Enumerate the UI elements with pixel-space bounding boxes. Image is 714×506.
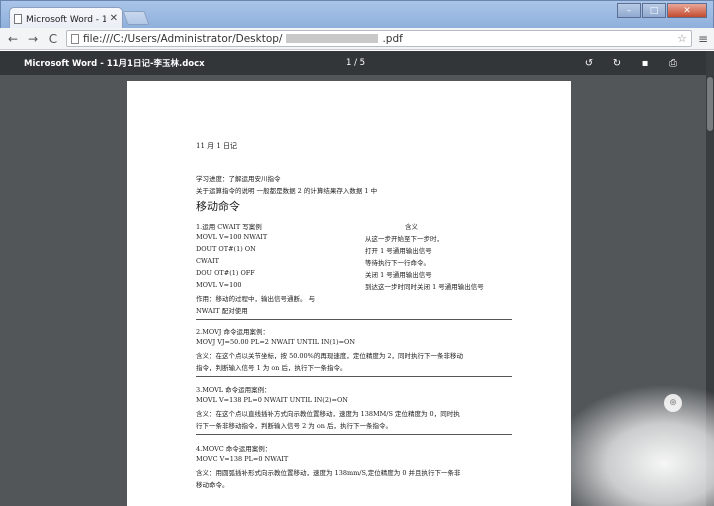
window-controls: – □ ✕ — [617, 3, 707, 18]
reload-button[interactable]: C — [46, 32, 60, 46]
scrollbar[interactable] — [706, 51, 714, 506]
minimize-button[interactable]: – — [617, 3, 641, 18]
sec1-cmd: DOUT OT#(1) ON — [196, 245, 256, 253]
divider — [196, 376, 512, 377]
study-note: 关于运算指令的说明 一般都是数据 2 的计算结果存入数据 1 中 — [196, 187, 378, 195]
address-bar[interactable]: file:///C:/Users/Administrator/Desktop/.… — [66, 30, 692, 47]
sec1-meaning-header: 含义 — [405, 223, 418, 231]
rotate-cw-icon[interactable]: ↻ — [610, 58, 624, 69]
sec3-title: 3.MOVL 命令运用案例： — [196, 386, 271, 394]
sec1-title: 1.运用 CWAIT 写案例 — [196, 223, 262, 231]
sec1-cmd: DOU OT#(1) OFF — [196, 269, 255, 277]
tab-title: Microsoft Word - 11月: — [26, 15, 106, 25]
section-heading: 移动命令 — [196, 200, 240, 213]
browser-tab[interactable]: Microsoft Word - 11月: ✕ — [9, 7, 123, 29]
sec1-note: 作用：移动的过程中，输出信号通断。 与 — [196, 295, 316, 303]
sec2-cmd: MOVJ VJ=50.00 PL=2 NWAIT UNTIL IN(1)=ON — [196, 338, 356, 346]
fit-to-page-button[interactable]: ⊕ — [664, 394, 682, 412]
url-suffix: .pdf — [382, 32, 403, 45]
scroll-thumb[interactable] — [707, 77, 713, 131]
divider — [196, 434, 512, 435]
pdf-viewer: Microsoft Word - 11月1日记-李玉林.docx 1 / 5 ↺… — [0, 51, 714, 506]
back-button[interactable]: ← — [6, 32, 20, 46]
sec3-cmd: MOVL V=138 PL=0 NWAIT UNTIL IN(2)=ON — [196, 396, 348, 404]
document-icon — [14, 13, 22, 24]
save-icon[interactable]: ▪ — [638, 58, 652, 69]
sec1-cmd: MOVL V=100 — [196, 281, 242, 289]
study-progress: 学习进度：了解运用安川指令 — [196, 175, 281, 183]
browser-toolbar: ← → C file:///C:/Users/Administrator/Des… — [0, 28, 714, 50]
sec1-note: NWAIT 配对使用 — [196, 307, 248, 315]
rotate-ccw-icon[interactable]: ↺ — [582, 58, 596, 69]
sec1-meaning: 从这一步开始至下一步时， — [365, 235, 443, 243]
sec1-meaning: 打开 1 号通用输出信号 — [365, 247, 432, 255]
tab-strip: Microsoft Word - 11月: ✕ – □ ✕ — [0, 0, 714, 29]
page-indicator[interactable]: 1 / 5 — [346, 58, 365, 68]
sec2-desc: 指令，判断输入信号 1 为 on 后，执行下一条指令。 — [196, 364, 347, 372]
sec1-cmd: MOVL V=100 NWAIT — [196, 233, 268, 241]
print-icon[interactable]: ⎙ — [666, 58, 680, 69]
redacted-filename — [286, 34, 379, 43]
divider — [196, 319, 512, 320]
sec4-cmd: MOVC V=138 PL=0 NWAIT — [196, 455, 289, 463]
sec3-desc: 含义：在这个点以直线插补方式向示教位置移动，速度为 138MM/S 定位精度为 … — [196, 410, 460, 418]
url-prefix: file:///C:/Users/Administrator/Desktop/ — [83, 32, 283, 45]
doc-date: 11 月 1 日记 — [196, 142, 238, 150]
sec1-meaning: 关闭 1 号通用输出信号 — [365, 271, 432, 279]
page-icon — [71, 33, 79, 44]
sec4-desc: 移动命令。 — [196, 481, 229, 489]
sec2-title: 2.MOVJ 命令运用案例： — [196, 328, 269, 336]
tab-close-button[interactable]: ✕ — [110, 13, 118, 24]
new-tab-button[interactable] — [122, 11, 150, 25]
bookmark-star-icon[interactable]: ☆ — [677, 32, 687, 45]
forward-button[interactable]: → — [26, 32, 40, 46]
sec4-title: 4.MOVC 命令运用案例： — [196, 445, 272, 453]
maximize-button[interactable]: □ — [642, 3, 666, 18]
close-window-button[interactable]: ✕ — [667, 3, 707, 18]
sec2-desc: 含义：在这个点以关节坐标，按 50.00%的再现速度，定位精度为 2，同时执行下… — [196, 352, 464, 360]
pdf-actions: ↺ ↻ ▪ ⎙ — [582, 58, 680, 69]
menu-icon[interactable]: ≡ — [698, 32, 708, 46]
sec1-meaning: 到达这一步时同时关闭 1 号通用输出信号 — [365, 283, 484, 291]
sec1-cmd: CWAIT — [196, 257, 219, 265]
pdf-page: 11 月 1 日记 学习进度：了解运用安川指令 关于运算指令的说明 一般都是数据… — [127, 81, 571, 506]
sec1-meaning: 等待执行下一行命令。 — [365, 259, 430, 267]
document-title: Microsoft Word - 11月1日记-李玉林.docx — [24, 59, 205, 69]
sec4-desc: 含义：用圆弧插补形式向示教位置移动，速度为 138mm/S,定位精度为 0 并且… — [196, 469, 461, 477]
pdf-toolbar: Microsoft Word - 11月1日记-李玉林.docx 1 / 5 ↺… — [0, 51, 706, 75]
sec3-desc: 行下一条非移动指令，判断输入信号 2 为 on 后，执行下一条指令。 — [196, 422, 392, 430]
